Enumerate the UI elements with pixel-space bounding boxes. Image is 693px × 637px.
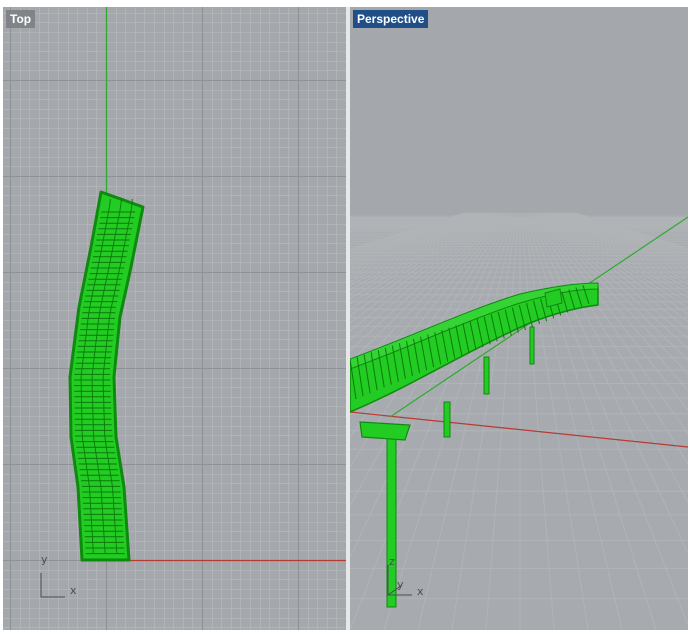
perspective-viewport[interactable]: Perspective z y x <box>350 7 688 630</box>
perspective-axis-x-label: x <box>417 585 424 598</box>
perspective-pier-4 <box>529 326 535 365</box>
top-axis-y-label: y <box>41 553 48 566</box>
top-viewport-canvas[interactable] <box>3 7 346 630</box>
top-viewport[interactable]: Top y x <box>3 7 346 630</box>
perspective-pier-cap <box>359 421 411 441</box>
perspective-pier-2 <box>443 401 451 438</box>
top-grid-major <box>3 7 346 630</box>
perspective-axis-y-label: y <box>397 578 404 591</box>
perspective-axis-z-label: z <box>389 555 395 568</box>
perspective-viewport-canvas[interactable] <box>350 7 688 630</box>
top-grid-minor <box>3 7 346 630</box>
perspective-viewport-title[interactable]: Perspective <box>353 10 429 28</box>
top-viewport-title[interactable]: Top <box>6 10 36 28</box>
top-axis-x-label: x <box>70 584 77 597</box>
top-axis-gizmo <box>40 573 65 598</box>
perspective-pier-3 <box>483 356 490 395</box>
